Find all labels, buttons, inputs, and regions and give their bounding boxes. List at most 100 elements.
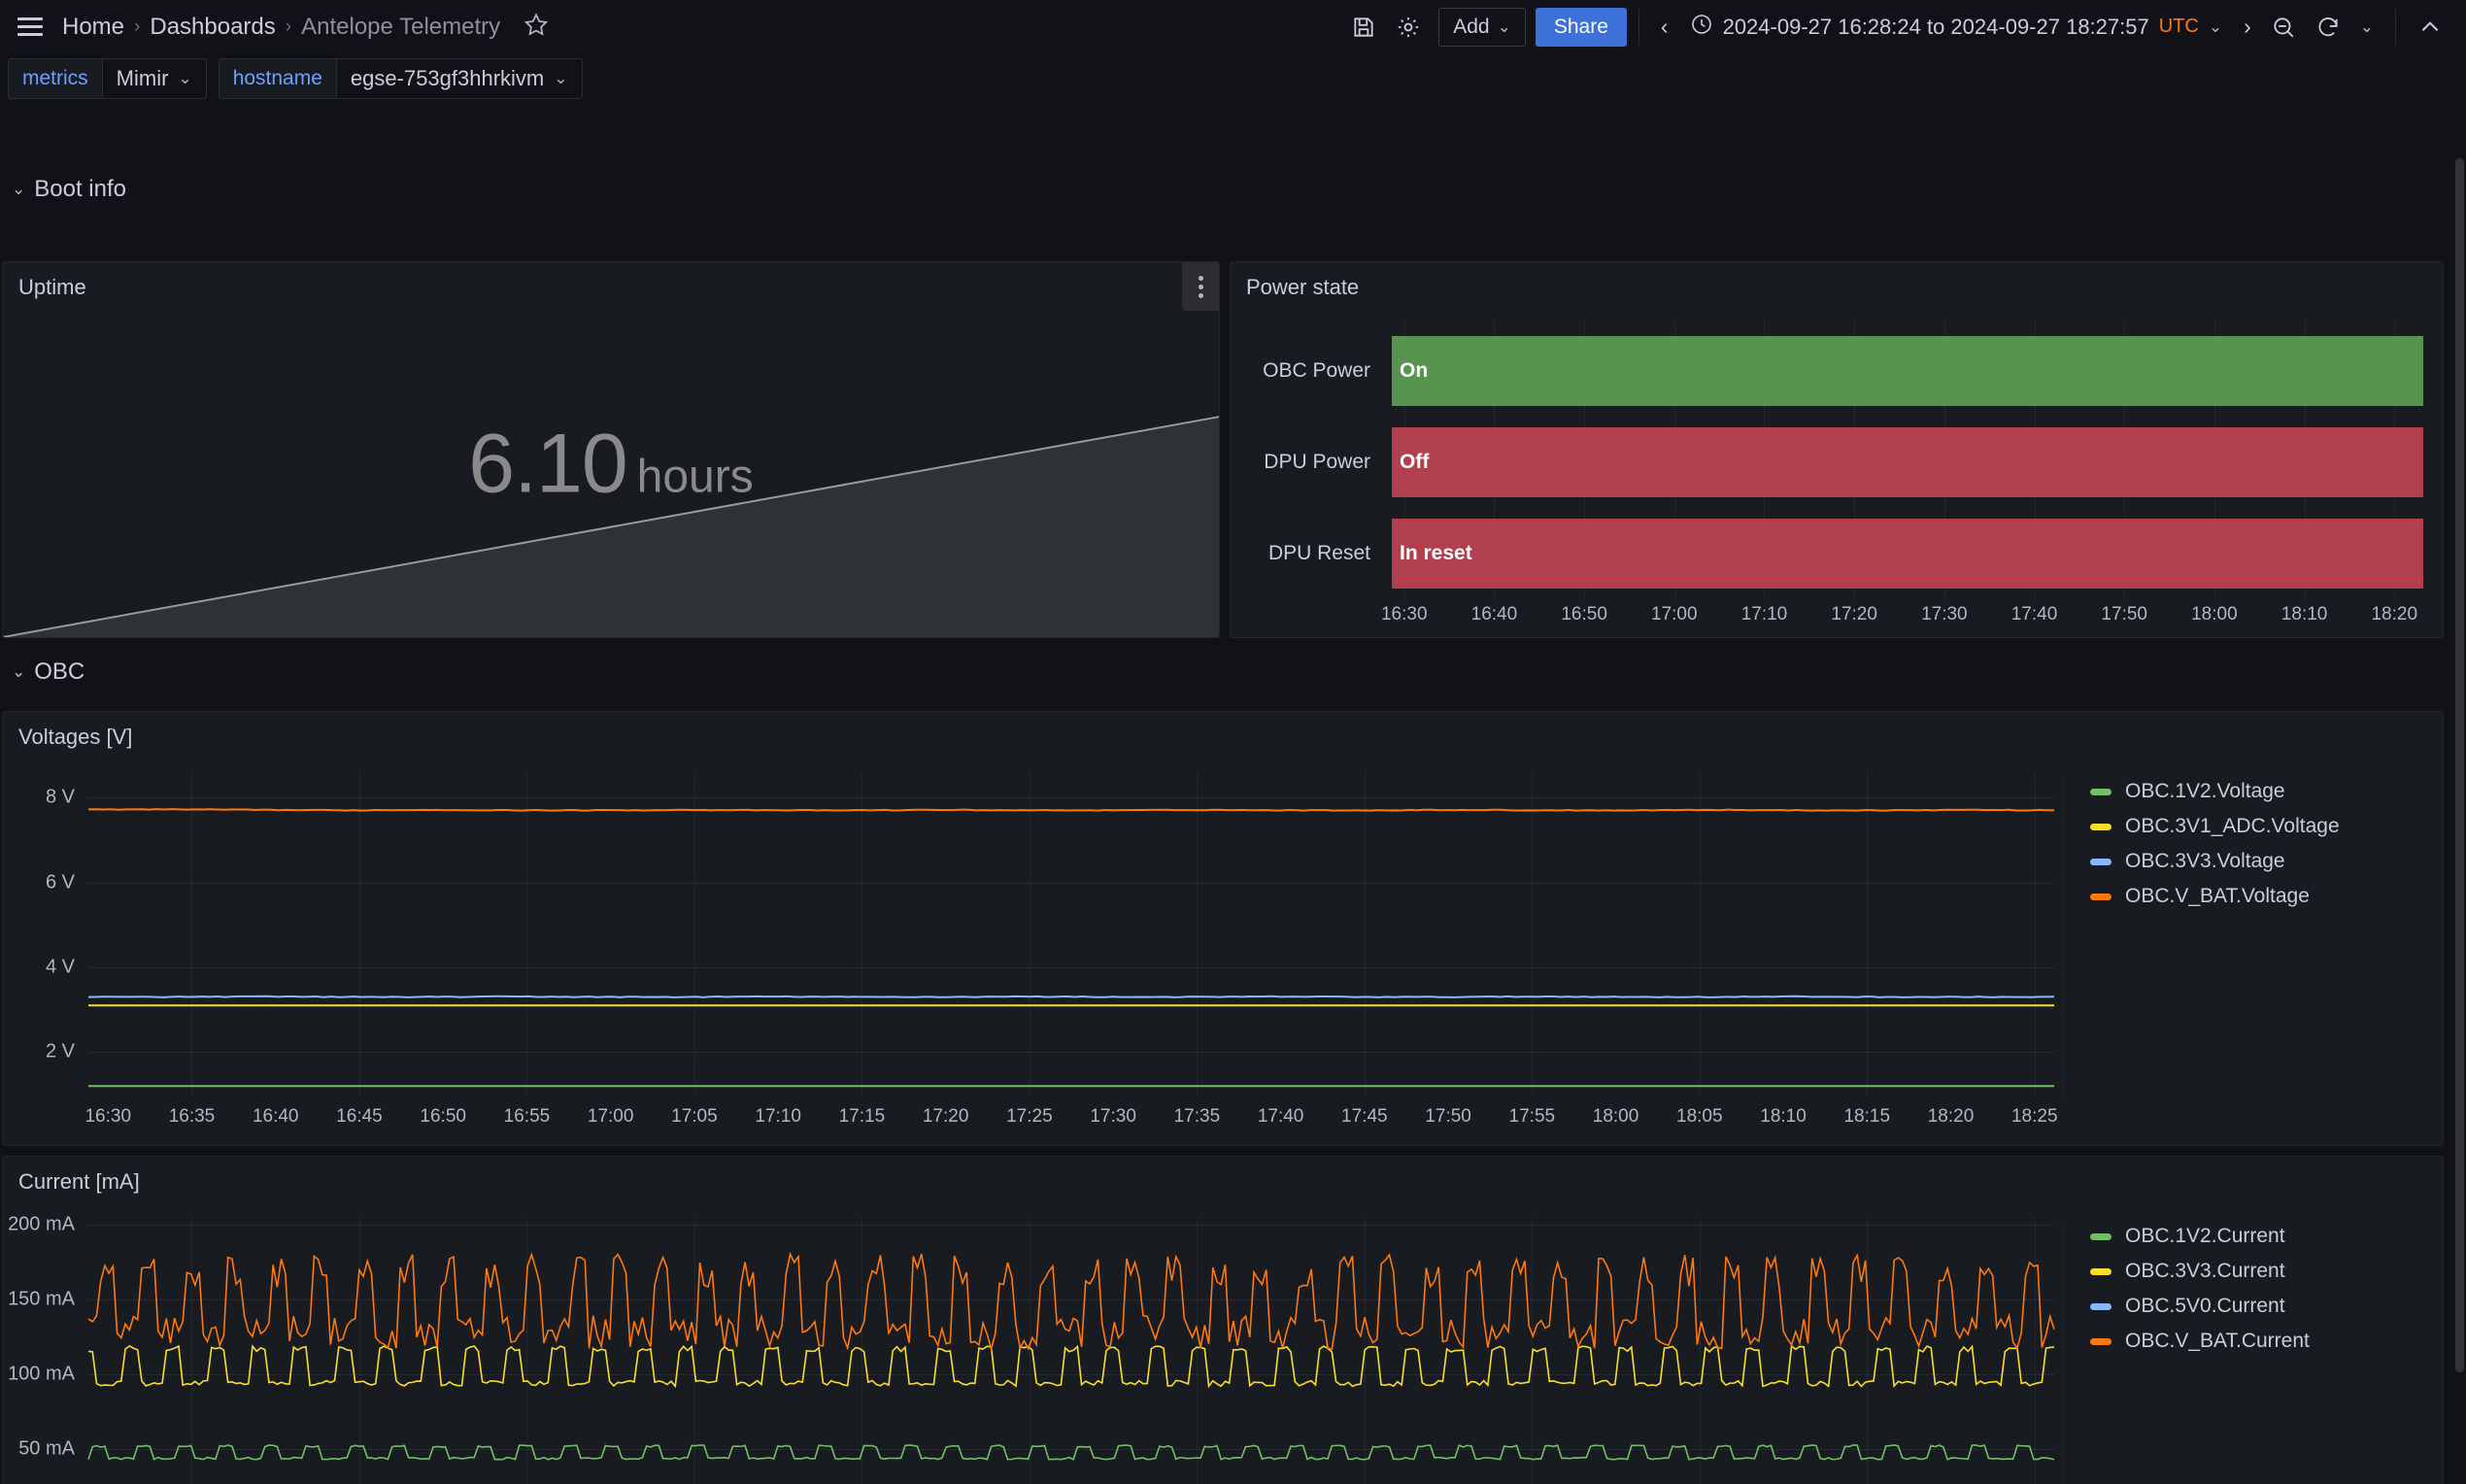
- x-axis-tick-label: 18:10: [1760, 1106, 1807, 1127]
- chevron-up-icon[interactable]: [2408, 6, 2452, 49]
- zoom-out-icon[interactable]: [2261, 6, 2306, 49]
- x-axis-tick-label: 18:15: [1843, 1106, 1891, 1127]
- row-title-obc: OBC: [34, 658, 85, 685]
- timeline-x-tick: 17:20: [1831, 604, 1877, 624]
- timeline-x-tick: 17:50: [2101, 604, 2147, 624]
- y-axis-tick-label: 200 mA: [8, 1213, 75, 1235]
- legend-series-label: OBC.3V3.Current: [2125, 1260, 2285, 1282]
- breadcrumb-item-home[interactable]: Home: [62, 14, 124, 41]
- x-axis-tick-label: 17:25: [1006, 1106, 1053, 1127]
- series-canvas: [88, 772, 2054, 1095]
- breadcrumb: Home › Dashboards › Antelope Telemetry: [62, 12, 549, 42]
- legend-item[interactable]: OBC.3V3.Current: [2090, 1260, 2443, 1283]
- refresh-interval-chevron-down-icon[interactable]: ⌄: [2350, 17, 2383, 37]
- panel-title-uptime: Uptime: [18, 275, 86, 299]
- row-header-boot-info[interactable]: ⌄ Boot info: [0, 170, 126, 209]
- legend-item[interactable]: OBC.3V1_ADC.Voltage: [2090, 815, 2443, 838]
- plot-area-current[interactable]: [88, 1217, 2054, 1484]
- timeline-x-tick: 18:20: [2371, 604, 2418, 624]
- legend-voltages: OBC.1V2.Voltage OBC.3V1_ADC.Voltage OBC.3V…: [2062, 780, 2443, 1098]
- chevron-left-icon[interactable]: ‹: [1651, 14, 1678, 40]
- series-line: [88, 996, 2054, 997]
- legend-series-label: OBC.V_BAT.Current: [2125, 1330, 2310, 1352]
- legend-item[interactable]: OBC.3V3.Voltage: [2090, 850, 2443, 873]
- toolbar-divider: [1638, 8, 1639, 46]
- timeline-x-axis: 16:30 16:40 16:50 17:00 17:10 17:20 17:30 17:40…: [1381, 604, 2423, 629]
- chevron-down-icon: ⌄: [12, 662, 26, 681]
- row-title-boot-info: Boot info: [34, 176, 126, 202]
- variable-value-metrics: Mimir: [116, 66, 169, 90]
- y-axis-tick-label: 4 V: [45, 956, 75, 978]
- y-axis-tick-label: 8 V: [45, 786, 75, 808]
- breadcrumb-item-current-dashboard[interactable]: Antelope Telemetry: [301, 14, 500, 41]
- legend-current: OBC.1V2.Current OBC.3V3.Current OBC.5V0.Cu…: [2062, 1225, 2443, 1484]
- y-axis-voltages: 2 V 4 V 6 V 8 V: [3, 772, 84, 1095]
- chevron-right-icon[interactable]: ›: [2234, 14, 2261, 40]
- timeline-row-bar-dpu-reset[interactable]: In reset: [1392, 519, 2423, 589]
- toolbar-divider: [2395, 8, 2396, 46]
- y-axis-current: 0 mA50 mA100 mA150 mA200 mA: [3, 1213, 84, 1484]
- x-axis-tick-label: 16:45: [336, 1106, 383, 1127]
- x-axis-tick-label: 18:25: [2010, 1106, 2058, 1127]
- timeline-row-label: DPU Reset: [1267, 542, 1370, 564]
- scrollbar-thumb[interactable]: [2455, 158, 2464, 1372]
- y-axis-tick-label: 2 V: [45, 1040, 75, 1062]
- y-axis-tick-label: 100 mA: [8, 1363, 75, 1385]
- legend-color-swatch: [2090, 893, 2111, 900]
- y-axis-tick-label: 50 mA: [18, 1437, 75, 1460]
- state-timeline: OBC Power On DPU Power Off DPU Reset In …: [1231, 313, 2443, 637]
- legend-item[interactable]: OBC.V_BAT.Voltage: [2090, 885, 2443, 908]
- x-axis-tick-label: 17:30: [1090, 1106, 1136, 1127]
- x-axis-tick-label: 17:10: [755, 1106, 801, 1127]
- variable-select-metrics[interactable]: Mimir ⌄: [101, 58, 207, 99]
- stat-visualization: 6.10 hours: [3, 262, 1219, 637]
- timeline-row-bar-dpu-power[interactable]: Off: [1392, 427, 2423, 497]
- variable-metrics: metrics Mimir ⌄: [8, 58, 207, 99]
- row-header-obc[interactable]: ⌄ OBC: [0, 653, 85, 691]
- save-disk-icon[interactable]: [1341, 6, 1386, 49]
- hamburger-menu-icon[interactable]: [14, 11, 47, 44]
- template-variables-bar: metrics Mimir ⌄ hostname egse-753gf3hhrk…: [0, 53, 2466, 104]
- time-range-value: 2024-09-27 16:28:24 to 2024-09-27 18:27:…: [1722, 14, 2149, 39]
- legend-item[interactable]: OBC.5V0.Current: [2090, 1295, 2443, 1318]
- timeline-row-bar-obc-power[interactable]: On: [1392, 336, 2423, 406]
- x-axis-tick-label: 17:35: [1173, 1106, 1221, 1127]
- time-range-picker[interactable]: 2024-09-27 16:28:24 to 2024-09-27 18:27:…: [1678, 8, 2235, 47]
- gear-icon[interactable]: [1386, 6, 1431, 49]
- timeseries-body-current: 0 mA50 mA100 mA150 mA200 mA 16:3016:3516…: [3, 1203, 2443, 1484]
- legend-item[interactable]: OBC.1V2.Voltage: [2090, 780, 2443, 803]
- vertical-scrollbar[interactable]: [2455, 158, 2464, 1484]
- breadcrumb-separator: ›: [134, 16, 141, 37]
- timeline-row-label: DPU Power: [1264, 451, 1370, 473]
- timeline-x-tick: 17:00: [1651, 604, 1698, 624]
- breadcrumb-item-dashboards[interactable]: Dashboards: [150, 14, 275, 41]
- share-button[interactable]: Share: [1535, 7, 1627, 47]
- timezone-label: UTC: [2158, 16, 2199, 37]
- add-button-label: Add: [1453, 15, 1490, 38]
- panel-uptime: Uptime 6.10 hours: [2, 261, 1220, 638]
- x-axis-tick-label: 17:45: [1341, 1106, 1388, 1127]
- timeline-x-tick: 16:40: [1470, 604, 1518, 624]
- refresh-icon[interactable]: [2306, 6, 2350, 49]
- x-axis-tick-label: 18:00: [1592, 1106, 1639, 1127]
- x-axis-tick-label: 16:40: [252, 1106, 299, 1127]
- series-canvas: [88, 1217, 2054, 1484]
- x-axis-tick-label: 16:50: [420, 1106, 466, 1127]
- star-outline-icon[interactable]: [524, 12, 549, 42]
- panel-title-voltages: Voltages [V]: [18, 725, 133, 749]
- plot-area-voltages[interactable]: [88, 772, 2054, 1095]
- panel-menu-kebab-icon[interactable]: [1182, 262, 1219, 311]
- legend-item[interactable]: OBC.V_BAT.Current: [2090, 1330, 2443, 1353]
- legend-item[interactable]: OBC.1V2.Current: [2090, 1225, 2443, 1248]
- legend-series-label: OBC.3V1_ADC.Voltage: [2125, 815, 2340, 837]
- x-axis-tick-label: 17:40: [1257, 1106, 1304, 1127]
- y-axis-tick-label: 6 V: [45, 871, 75, 894]
- legend-color-swatch: [2090, 1267, 2111, 1275]
- variable-select-hostname[interactable]: egse-753gf3hhrkivm ⌄: [335, 58, 583, 99]
- timeline-x-tick: 17:40: [2010, 604, 2058, 624]
- legend-series-label: OBC.1V2.Voltage: [2125, 780, 2285, 802]
- legend-series-label: OBC.3V3.Voltage: [2125, 850, 2285, 872]
- panel-voltages: Voltages [V] 2 V 4 V 6 V 8 V 16:30 16:35 16:4…: [2, 711, 2444, 1146]
- chevron-down-icon: ⌄: [1497, 17, 1511, 36]
- add-button[interactable]: Add ⌄: [1438, 7, 1526, 47]
